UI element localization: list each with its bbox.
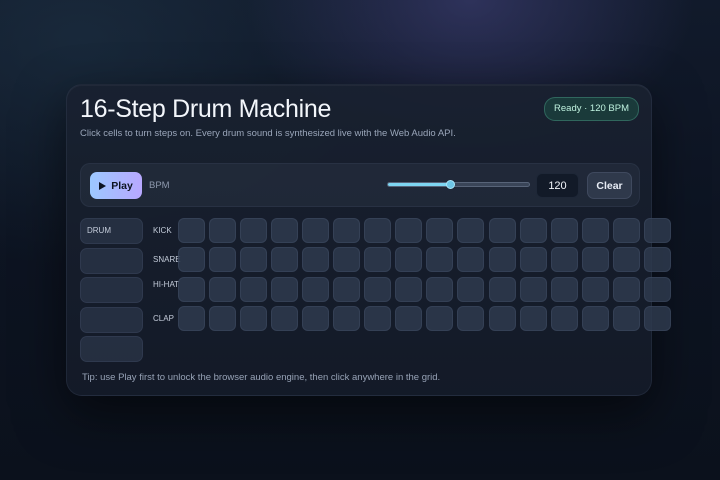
step-cell[interactable] xyxy=(550,218,578,243)
step-cell[interactable] xyxy=(488,218,516,243)
step-cell[interactable] xyxy=(581,218,609,243)
status-badge: Ready · 120 BPM xyxy=(544,97,639,121)
track-label: HI-HAT xyxy=(153,280,180,289)
step-cell[interactable] xyxy=(488,306,516,331)
step-cell[interactable] xyxy=(239,277,267,302)
step-cell[interactable] xyxy=(270,306,298,331)
step-cell[interactable] xyxy=(270,277,298,302)
step-cell[interactable] xyxy=(550,277,578,302)
step-cell[interactable] xyxy=(519,247,547,272)
track-label: KICK xyxy=(153,226,172,235)
step-cell[interactable] xyxy=(333,218,360,243)
step-cell[interactable] xyxy=(177,306,205,331)
step-cell[interactable] xyxy=(457,277,485,302)
step-cell[interactable] xyxy=(488,247,516,272)
step-cell[interactable] xyxy=(208,306,236,331)
empty-drum-pad xyxy=(80,247,143,274)
clear-button[interactable]: Clear xyxy=(587,172,632,199)
transport-toolbar: Play BPM Clear xyxy=(80,163,640,207)
step-cell[interactable] xyxy=(519,218,547,243)
step-cell[interactable] xyxy=(270,247,298,272)
step-cell[interactable] xyxy=(644,218,671,243)
drum-machine-card: 16-Step Drum Machine Ready · 120 BPM Cli… xyxy=(66,84,671,396)
step-cell[interactable] xyxy=(519,277,547,302)
step-cell[interactable] xyxy=(550,306,578,331)
step-cell[interactable] xyxy=(426,277,454,302)
step-cell[interactable] xyxy=(239,218,267,243)
step-cell[interactable] xyxy=(581,277,609,302)
step-cell[interactable] xyxy=(239,306,267,331)
step-cell[interactable] xyxy=(364,306,392,331)
step-cell[interactable] xyxy=(457,247,485,272)
bpm-slider-fill xyxy=(388,183,451,186)
step-cell[interactable] xyxy=(457,218,485,243)
step-cell[interactable] xyxy=(395,306,423,331)
step-cell[interactable] xyxy=(519,306,547,331)
step-cell[interactable] xyxy=(208,218,236,243)
step-cell[interactable] xyxy=(426,306,454,331)
step-cell[interactable] xyxy=(333,247,360,272)
step-cell[interactable] xyxy=(177,247,205,272)
step-cell[interactable] xyxy=(644,247,671,272)
page-subtitle: Click cells to turn steps on. Every drum… xyxy=(80,128,456,139)
step-cell[interactable] xyxy=(301,306,329,331)
track-label: CLAP xyxy=(153,314,174,323)
step-cell[interactable] xyxy=(395,247,423,272)
step-cell[interactable] xyxy=(550,247,578,272)
step-cell[interactable] xyxy=(395,277,423,302)
step-cell[interactable] xyxy=(612,277,640,302)
step-cell[interactable] xyxy=(612,306,640,331)
step-cell[interactable] xyxy=(364,277,392,302)
step-cell[interactable] xyxy=(426,247,454,272)
step-cell[interactable] xyxy=(457,306,485,331)
step-cell[interactable] xyxy=(426,218,454,243)
bpm-slider-thumb[interactable] xyxy=(445,180,455,189)
step-cell[interactable] xyxy=(177,277,205,302)
step-cell[interactable] xyxy=(612,218,640,243)
step-cell[interactable] xyxy=(208,247,236,272)
play-button[interactable]: Play xyxy=(90,172,142,199)
step-cell[interactable] xyxy=(301,247,329,272)
step-cell[interactable] xyxy=(239,247,267,272)
step-cell[interactable] xyxy=(644,277,671,302)
track-label: SNARE xyxy=(153,255,181,264)
step-cell[interactable] xyxy=(488,277,516,302)
step-cell[interactable] xyxy=(364,247,392,272)
bpm-label: BPM xyxy=(149,180,170,191)
step-cell[interactable] xyxy=(208,277,236,302)
page-title: 16-Step Drum Machine xyxy=(80,95,332,123)
play-icon xyxy=(99,181,107,190)
step-cell[interactable] xyxy=(612,247,640,272)
step-cell[interactable] xyxy=(301,277,329,302)
empty-drum-pad xyxy=(80,336,143,362)
step-cell[interactable] xyxy=(333,306,360,331)
step-cell[interactable] xyxy=(177,218,205,243)
empty-drum-pad xyxy=(80,277,143,303)
step-cell[interactable] xyxy=(644,306,671,331)
step-cell[interactable] xyxy=(581,306,609,331)
bpm-input[interactable] xyxy=(536,173,579,198)
play-button-label: Play xyxy=(111,179,133,192)
step-cell[interactable] xyxy=(364,218,392,243)
empty-drum-pad xyxy=(80,306,143,333)
step-cell[interactable] xyxy=(301,218,329,243)
drum-column-header: DRUM xyxy=(80,218,143,244)
bpm-slider[interactable] xyxy=(387,180,530,189)
step-cell[interactable] xyxy=(581,247,609,272)
step-cell[interactable] xyxy=(270,218,298,243)
tip-text: Tip: use Play first to unlock the browse… xyxy=(82,372,441,383)
step-cell[interactable] xyxy=(395,218,423,243)
step-cell[interactable] xyxy=(333,277,360,302)
